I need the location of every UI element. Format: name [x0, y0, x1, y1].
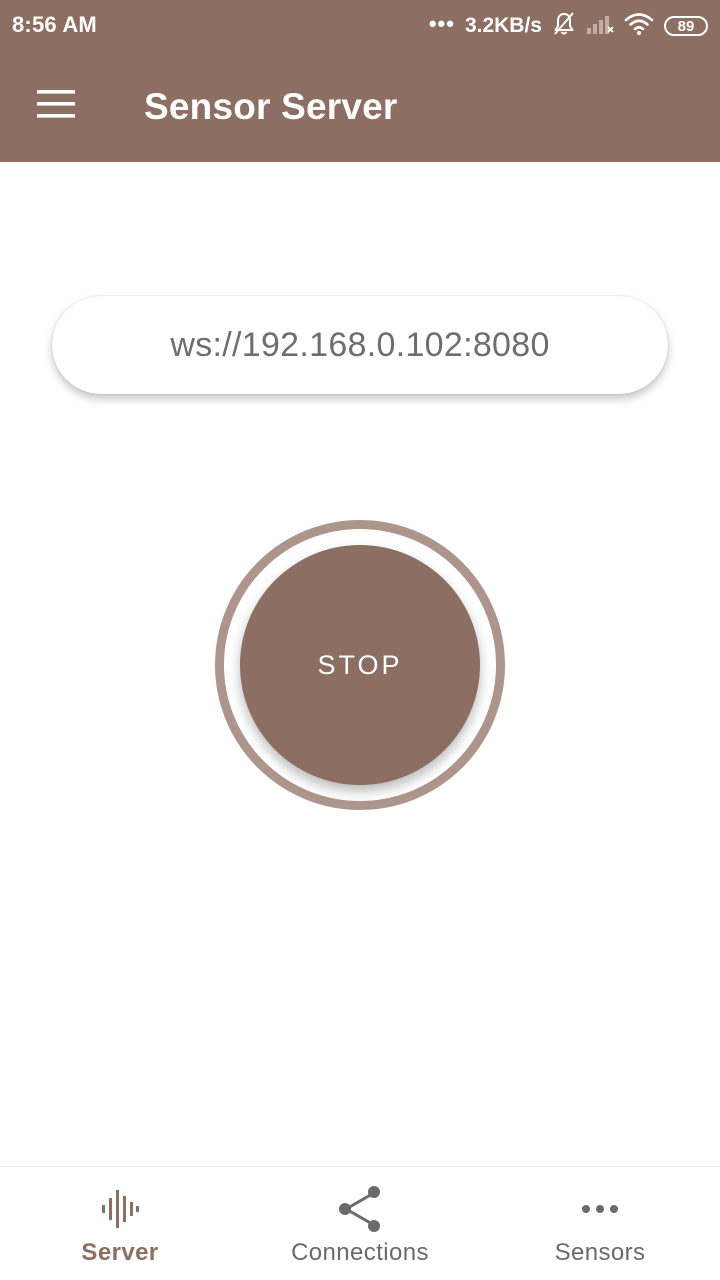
stop-button[interactable]: STOP: [240, 545, 480, 785]
status-time: 8:56 AM: [12, 12, 97, 37]
sound-wave-icon: [94, 1185, 146, 1233]
share-nodes-icon: [334, 1185, 386, 1233]
nav-item-connections[interactable]: Connections: [240, 1167, 480, 1280]
nav-item-sensors[interactable]: Sensors: [480, 1167, 720, 1280]
server-url-display: ws://192.168.0.102:8080: [52, 296, 668, 394]
status-dots: •••: [428, 11, 455, 36]
wifi-icon: [624, 12, 654, 41]
battery-icon: 89: [664, 16, 708, 36]
page-title: Sensor Server: [144, 86, 398, 127]
cell-signal-icon: [586, 13, 614, 40]
menu-button[interactable]: [28, 82, 84, 130]
bell-muted-icon: [552, 11, 576, 42]
app-bar: Sensor Server: [0, 52, 720, 162]
status-bar: 8:56 AM ••• 3.2KB/s 89: [0, 0, 720, 52]
nav-label-connections: Connections: [291, 1239, 429, 1266]
stop-button-label: STOP: [317, 649, 403, 680]
status-icons: ••• 3.2KB/s 89: [429, 10, 708, 42]
server-url-text: ws://192.168.0.102:8080: [170, 325, 550, 364]
hamburger-menu-icon: [37, 89, 75, 123]
nav-label-server: Server: [81, 1239, 159, 1266]
nav-item-server[interactable]: Server: [0, 1167, 240, 1280]
battery-level: 89: [677, 17, 695, 35]
screen: 8:56 AM ••• 3.2KB/s 89 Sensor Server ws:…: [0, 0, 720, 1280]
network-speed: 3.2KB/s: [464, 14, 542, 37]
nav-label-sensors: Sensors: [554, 1239, 646, 1266]
bottom-navigation: Server Connections Sensors: [0, 1166, 720, 1280]
more-horizontal-icon: [574, 1185, 626, 1233]
